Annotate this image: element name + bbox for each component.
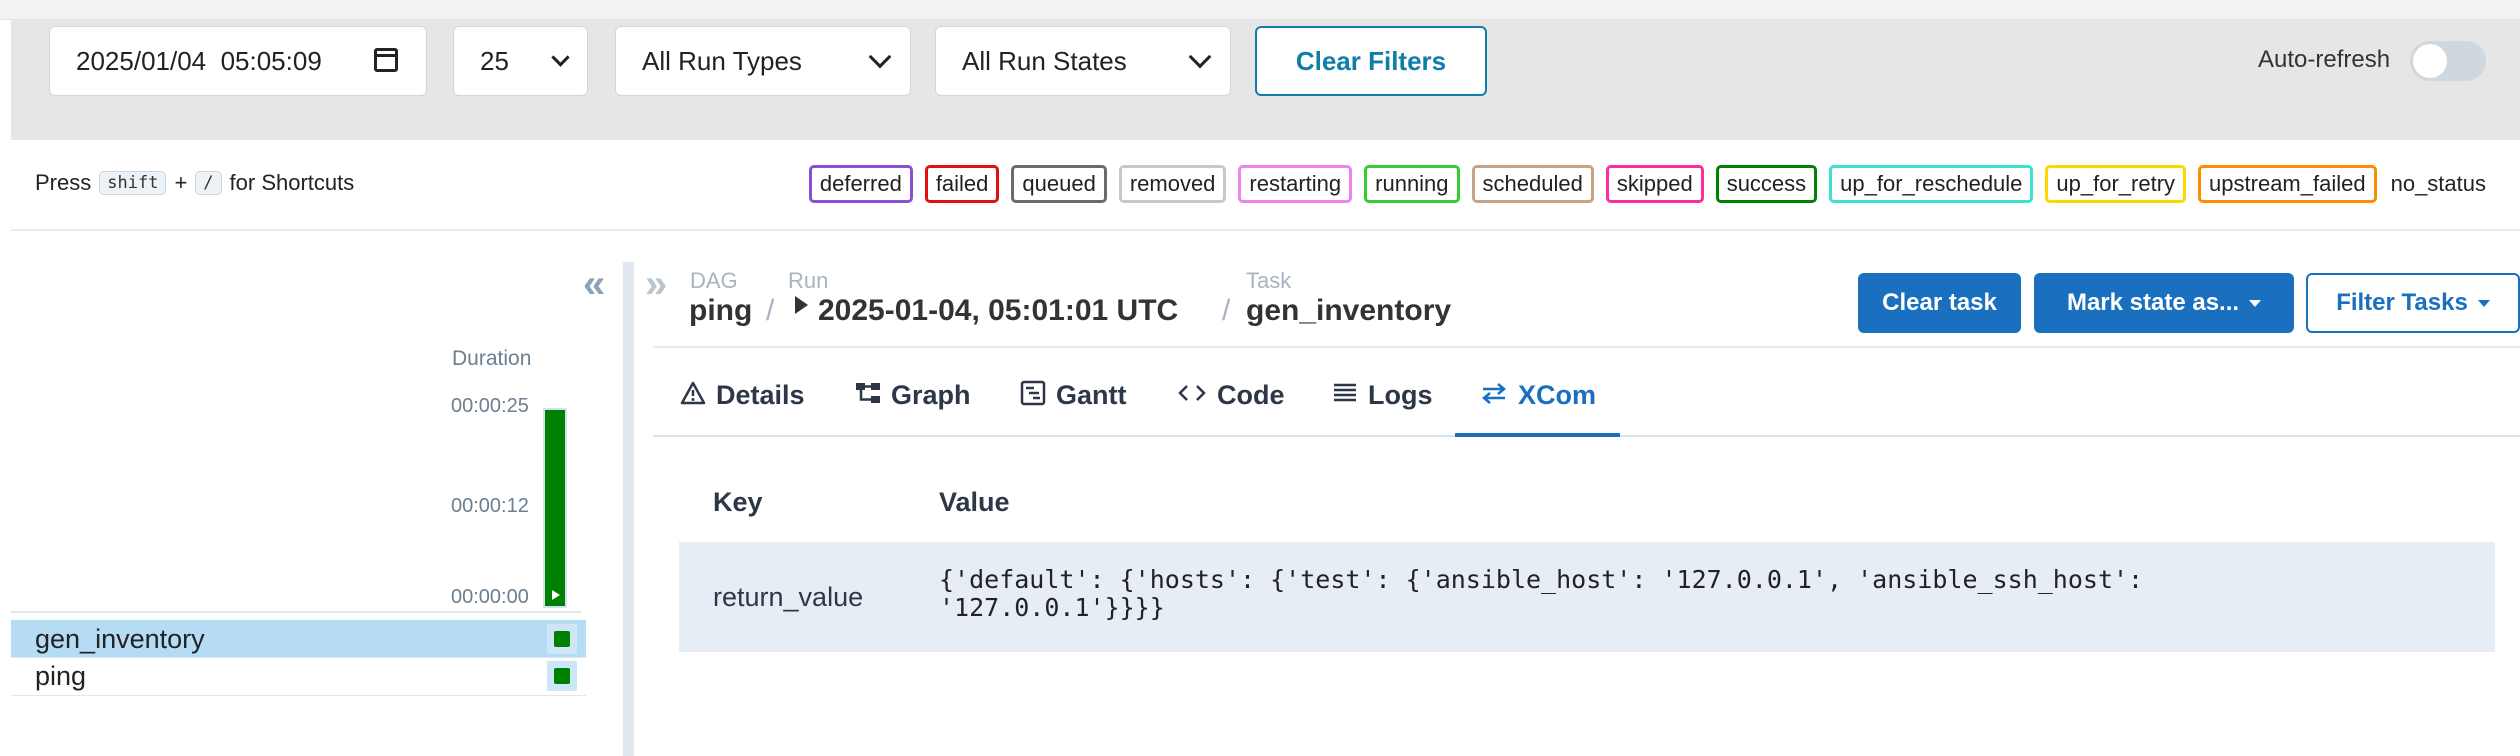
legend-running[interactable]: running [1364, 165, 1460, 203]
legend-restarting[interactable]: restarting [1238, 165, 1353, 203]
clear-task-button[interactable]: Clear task [1858, 273, 2021, 333]
legend-removed[interactable]: removed [1118, 165, 1227, 203]
legend-up-for-reschedule[interactable]: up_for_reschedule [1829, 165, 2034, 203]
tab-logs[interactable]: Logs [1332, 380, 1433, 436]
legend-no-status[interactable]: no_status [2388, 168, 2488, 200]
top-strip [0, 0, 2520, 20]
xcom-header-value: Value [939, 487, 1010, 517]
tab-gantt[interactable]: Gantt [1020, 380, 1127, 436]
legend-deferred[interactable]: deferred [808, 165, 913, 203]
num-runs-value: 25 [480, 45, 509, 76]
xcom-header-key: Key [713, 487, 763, 517]
state-legend: deferred failed queued removed restarting run… [808, 165, 2488, 203]
clear-task-label: Clear task [1882, 289, 1997, 316]
duration-tick: 00:00:00 [451, 586, 529, 608]
breadcrumb-separator: / [1222, 294, 1231, 327]
active-tab-indicator [1455, 433, 1620, 437]
legend-scheduled[interactable]: scheduled [1471, 165, 1594, 203]
arrows-exchange-icon [1480, 380, 1508, 406]
mark-state-button[interactable]: Mark state as... [2034, 273, 2294, 333]
breadcrumb-run-label: Run [788, 268, 829, 293]
axis-line [11, 611, 581, 613]
auto-refresh-toggle[interactable] [2410, 41, 2486, 81]
duration-header: Duration [452, 347, 532, 370]
tab-label: Gantt [1056, 380, 1127, 410]
tab-label: Graph [891, 380, 971, 410]
row-divider [11, 695, 586, 696]
shortcut-press: Press [35, 170, 92, 195]
warning-triangle-icon [680, 380, 706, 406]
tab-code[interactable]: Code [1177, 380, 1285, 436]
run-play-icon [795, 296, 808, 314]
divider [11, 229, 2520, 231]
num-runs-select[interactable]: 25 [453, 26, 588, 96]
xcom-value: {'default': {'hosts': {'test': {'ansible… [939, 565, 2144, 622]
run-state-select[interactable]: All Run States [935, 26, 1231, 96]
caret-down-icon [2249, 299, 2262, 307]
filter-tasks-button[interactable]: Filter Tasks [2306, 273, 2520, 333]
task-name: gen_inventory [35, 623, 205, 654]
graph-icon [855, 380, 881, 406]
tab-xcom[interactable]: XCom [1480, 380, 1596, 436]
base-date-value: 2025/01/04 05:05:09 [76, 45, 322, 76]
legend-upstream-failed[interactable]: upstream_failed [2198, 165, 2377, 203]
tab-graph[interactable]: Graph [855, 380, 971, 436]
breadcrumb-separator: / [766, 294, 775, 327]
shortcut-key-shift: shift [99, 171, 167, 195]
breadcrumb-dag[interactable]: ping [689, 294, 752, 328]
tab-details[interactable]: Details [680, 380, 805, 436]
run-type-select[interactable]: All Run Types [615, 26, 911, 96]
clear-filters-button[interactable]: Clear Filters [1255, 26, 1487, 96]
legend-up-for-retry[interactable]: up_for_retry [2045, 165, 2187, 203]
caret-down-icon [2477, 299, 2490, 307]
tab-label: XCom [1518, 380, 1597, 410]
chevron-down-icon [868, 45, 892, 69]
play-icon [552, 590, 560, 600]
breadcrumb-task-label: Task [1246, 268, 1292, 293]
legend-skipped[interactable]: skipped [1605, 165, 1704, 203]
mark-state-label: Mark state as... [2066, 289, 2240, 316]
code-icon [1177, 380, 1207, 406]
shortcut-hint: Press shift + / for Shortcuts [35, 170, 354, 196]
tab-label: Details [716, 380, 805, 410]
calendar-icon[interactable] [374, 48, 398, 72]
divider [653, 346, 2520, 348]
breadcrumb-run[interactable]: 2025-01-04, 05:01:01 UTC [818, 294, 1178, 328]
shortcut-plus: + [174, 170, 188, 195]
tab-label: Logs [1368, 380, 1433, 410]
xcom-key: return_value [713, 582, 864, 612]
breadcrumb-task[interactable]: gen_inventory [1246, 294, 1451, 328]
task-instance-square[interactable] [547, 624, 577, 654]
task-row-ping[interactable]: ping [11, 657, 586, 695]
run-type-value: All Run Types [642, 45, 802, 76]
breadcrumb-dag-label: DAG [690, 268, 738, 293]
tab-label: Code [1217, 380, 1285, 410]
task-name: ping [35, 660, 87, 691]
run-state-value: All Run States [962, 45, 1127, 76]
chevron-down-icon [551, 48, 570, 67]
legend-failed[interactable]: failed [924, 165, 1000, 203]
run-duration-bar[interactable] [543, 408, 567, 608]
task-row-gen-inventory[interactable]: gen_inventory [11, 620, 586, 658]
base-date-input[interactable]: 2025/01/04 05:05:09 [49, 26, 427, 96]
expand-details-icon[interactable]: » [645, 264, 667, 304]
legend-success[interactable]: success [1715, 165, 1818, 203]
shortcut-suffix: for Shortcuts [229, 170, 355, 195]
duration-tick: 00:00:12 [451, 495, 529, 517]
task-instance-square[interactable] [547, 661, 577, 691]
shortcut-key-slash: / [195, 171, 222, 195]
filter-tasks-label: Filter Tasks [2336, 289, 2468, 316]
duration-tick: 00:00:25 [451, 395, 529, 417]
gantt-icon [1020, 380, 1046, 406]
logs-icon [1332, 380, 1358, 406]
chevron-down-icon [1188, 45, 1212, 69]
legend-queued[interactable]: queued [1011, 165, 1107, 203]
panel-resize-handle[interactable] [623, 262, 634, 756]
collapse-grid-icon[interactable]: « [583, 264, 605, 304]
auto-refresh-label: Auto-refresh [2258, 46, 2391, 73]
